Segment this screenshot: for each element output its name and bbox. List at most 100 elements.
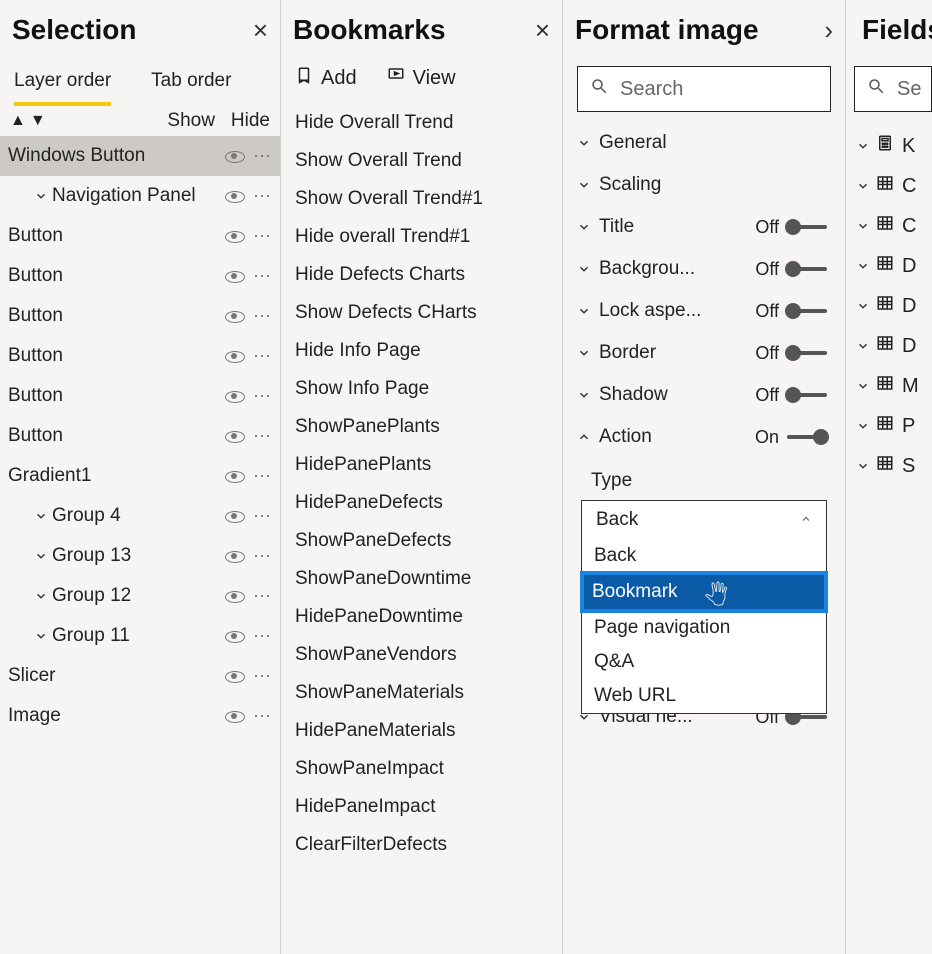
- format-search-input[interactable]: Search: [577, 66, 831, 112]
- visibility-icon[interactable]: [225, 669, 243, 683]
- bookmark-item[interactable]: HidePanePlants: [281, 446, 562, 484]
- layer-item[interactable]: Slicer⋯: [0, 656, 280, 696]
- tab-tab-order[interactable]: Tab order: [151, 66, 231, 106]
- format-group[interactable]: Lock aspe...Off: [563, 290, 845, 332]
- chevron-down-icon[interactable]: [34, 545, 46, 567]
- bookmark-item[interactable]: Hide Overall Trend: [281, 104, 562, 142]
- bookmark-item[interactable]: Hide Info Page: [281, 332, 562, 370]
- format-group[interactable]: General: [563, 122, 845, 164]
- format-group[interactable]: Scaling: [563, 164, 845, 206]
- field-row[interactable]: D: [846, 286, 932, 326]
- more-options-icon[interactable]: ⋯: [253, 626, 272, 647]
- toggle-switch[interactable]: Off: [755, 217, 827, 238]
- bookmark-item[interactable]: ShowPaneDowntime: [281, 560, 562, 598]
- visibility-icon[interactable]: [225, 349, 243, 363]
- more-options-icon[interactable]: ⋯: [253, 546, 272, 567]
- chevron-down-icon[interactable]: [34, 185, 46, 207]
- format-group[interactable]: ShadowOff: [563, 374, 845, 416]
- more-options-icon[interactable]: ⋯: [253, 346, 272, 367]
- visibility-icon[interactable]: [225, 389, 243, 403]
- visibility-icon[interactable]: [225, 149, 243, 163]
- show-all-button[interactable]: Show: [167, 110, 215, 132]
- visibility-icon[interactable]: [225, 189, 243, 203]
- bookmark-item[interactable]: HidePaneMaterials: [281, 712, 562, 750]
- layer-item[interactable]: Group 4⋯: [0, 496, 280, 536]
- layer-item[interactable]: Button⋯: [0, 336, 280, 376]
- visibility-icon[interactable]: [225, 629, 243, 643]
- visibility-icon[interactable]: [225, 469, 243, 483]
- layer-item[interactable]: Button⋯: [0, 376, 280, 416]
- bookmark-item[interactable]: Hide overall Trend#1: [281, 218, 562, 256]
- tab-layer-order[interactable]: Layer order: [14, 66, 111, 106]
- visibility-icon[interactable]: [225, 549, 243, 563]
- layer-item[interactable]: Gradient1⋯: [0, 456, 280, 496]
- bookmark-item[interactable]: HidePaneImpact: [281, 788, 562, 826]
- close-icon[interactable]: ×: [535, 15, 550, 46]
- add-bookmark-button[interactable]: Add: [295, 66, 357, 90]
- toggle-switch[interactable]: On: [755, 427, 827, 448]
- bookmark-item[interactable]: HidePaneDefects: [281, 484, 562, 522]
- bookmark-item[interactable]: Show Overall Trend: [281, 142, 562, 180]
- hide-all-button[interactable]: Hide: [231, 110, 270, 132]
- bookmark-item[interactable]: ShowPanePlants: [281, 408, 562, 446]
- more-options-icon[interactable]: ⋯: [253, 386, 272, 407]
- chevron-down-icon[interactable]: [34, 625, 46, 647]
- more-options-icon[interactable]: ⋯: [253, 506, 272, 527]
- layer-item[interactable]: Button⋯: [0, 296, 280, 336]
- bookmark-item[interactable]: ShowPaneDefects: [281, 522, 562, 560]
- more-options-icon[interactable]: ⋯: [253, 466, 272, 487]
- bookmark-item[interactable]: ShowPaneMaterials: [281, 674, 562, 712]
- layer-item[interactable]: Image⋯: [0, 696, 280, 736]
- visibility-icon[interactable]: [225, 709, 243, 723]
- bookmark-item[interactable]: ShowPaneImpact: [281, 750, 562, 788]
- toggle-switch[interactable]: Off: [755, 259, 827, 280]
- view-bookmark-button[interactable]: View: [387, 66, 456, 90]
- dropdown-option[interactable]: Q&A: [582, 645, 826, 679]
- toggle-switch[interactable]: Off: [755, 343, 827, 364]
- move-down-icon[interactable]: ▼: [30, 112, 46, 130]
- visibility-icon[interactable]: [225, 429, 243, 443]
- field-row[interactable]: C: [846, 166, 932, 206]
- format-group[interactable]: ActionOn: [563, 416, 845, 458]
- visibility-icon[interactable]: [225, 229, 243, 243]
- more-options-icon[interactable]: ⋯: [253, 586, 272, 607]
- more-options-icon[interactable]: ⋯: [253, 306, 272, 327]
- layer-item[interactable]: Button⋯: [0, 216, 280, 256]
- layer-item[interactable]: Navigation Panel⋯: [0, 176, 280, 216]
- visibility-icon[interactable]: [225, 509, 243, 523]
- layer-item[interactable]: Group 11⋯: [0, 616, 280, 656]
- more-options-icon[interactable]: ⋯: [253, 146, 272, 167]
- bookmark-item[interactable]: ShowPaneVendors: [281, 636, 562, 674]
- bookmark-item[interactable]: Show Overall Trend#1: [281, 180, 562, 218]
- field-row[interactable]: M: [846, 366, 932, 406]
- more-options-icon[interactable]: ⋯: [253, 666, 272, 687]
- field-row[interactable]: D: [846, 246, 932, 286]
- format-group[interactable]: TitleOff: [563, 206, 845, 248]
- dropdown-option[interactable]: Web URL: [582, 679, 826, 713]
- more-options-icon[interactable]: ⋯: [253, 226, 272, 247]
- chevron-right-icon[interactable]: ›: [824, 15, 833, 46]
- field-row[interactable]: D: [846, 326, 932, 366]
- toggle-switch[interactable]: Off: [755, 301, 827, 322]
- more-options-icon[interactable]: ⋯: [253, 266, 272, 287]
- field-row[interactable]: C: [846, 206, 932, 246]
- layer-item[interactable]: Windows Button⋯: [0, 136, 280, 176]
- bookmark-item[interactable]: HidePaneDowntime: [281, 598, 562, 636]
- action-type-select[interactable]: BackBackBookmark🖑Page navigationQ&AWeb U…: [581, 500, 827, 540]
- bookmark-item[interactable]: Show Defects CHarts: [281, 294, 562, 332]
- dropdown-option[interactable]: Back: [582, 539, 826, 573]
- format-group[interactable]: Backgrou...Off: [563, 248, 845, 290]
- visibility-icon[interactable]: [225, 269, 243, 283]
- more-options-icon[interactable]: ⋯: [253, 426, 272, 447]
- move-up-icon[interactable]: ▲: [10, 112, 26, 130]
- field-row[interactable]: P: [846, 406, 932, 446]
- chevron-down-icon[interactable]: [34, 505, 46, 527]
- layer-item[interactable]: Button⋯: [0, 416, 280, 456]
- fields-search-input[interactable]: Se: [854, 66, 932, 112]
- visibility-icon[interactable]: [225, 589, 243, 603]
- toggle-switch[interactable]: Off: [755, 385, 827, 406]
- more-options-icon[interactable]: ⋯: [253, 186, 272, 207]
- layer-item[interactable]: Group 12⋯: [0, 576, 280, 616]
- chevron-down-icon[interactable]: [34, 585, 46, 607]
- field-row[interactable]: K: [846, 126, 932, 166]
